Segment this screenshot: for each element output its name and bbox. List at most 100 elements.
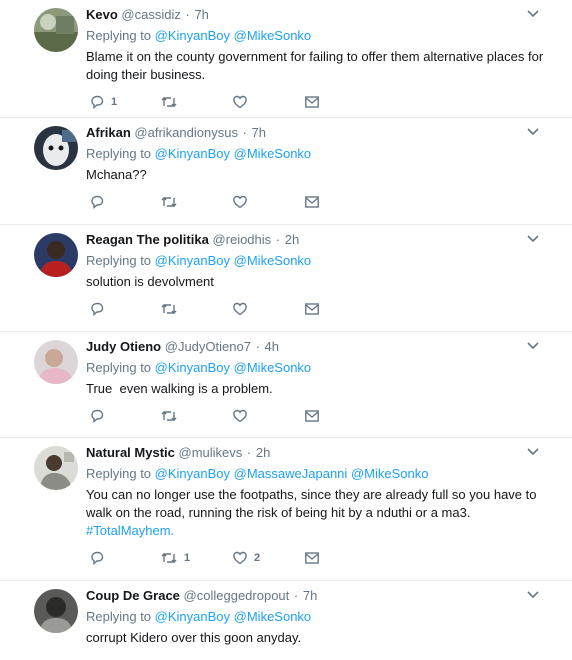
mention-link[interactable]: @KinyanBoy <box>155 253 230 268</box>
direct-message-button[interactable] <box>304 92 320 112</box>
retweet-button[interactable] <box>160 299 184 319</box>
mention-link[interactable]: @KinyanBoy <box>155 466 230 481</box>
reply-button[interactable] <box>89 548 111 568</box>
timestamp[interactable]: 4h <box>265 339 279 354</box>
tweet[interactable]: Judy Otieno @JudyOtieno7 · 4h Replying t… <box>0 332 572 438</box>
tweet-header: Coup De Grace @colleggedropout · 7h <box>86 587 558 605</box>
chevron-down-icon[interactable] <box>526 340 540 352</box>
tweet-actions <box>86 406 558 436</box>
user-name[interactable]: Kevo <box>86 7 118 22</box>
tweet[interactable]: Coup De Grace @colleggedropout · 7h Repl… <box>0 581 572 660</box>
mention-link[interactable]: @MikeSonko <box>351 466 429 481</box>
user-handle[interactable]: @colleggedropout <box>184 588 290 603</box>
mention-link[interactable]: @KinyanBoy <box>155 146 230 161</box>
user-name[interactable]: Afrikan <box>86 125 131 140</box>
separator-dot: · <box>242 125 247 140</box>
chevron-down-icon[interactable] <box>526 233 540 245</box>
retweet-icon <box>161 553 177 563</box>
user-name[interactable]: Reagan The politika <box>86 232 209 247</box>
avatar[interactable] <box>34 233 78 277</box>
separator-dot: · <box>275 232 281 247</box>
tweet-actions <box>86 299 558 329</box>
replying-prefix: Replying to <box>86 146 152 161</box>
replying-to: Replying to @KinyanBoy @MikeSonko <box>86 359 558 377</box>
mention-link[interactable]: @MikeSonko <box>234 609 312 624</box>
avatar[interactable] <box>34 126 78 170</box>
replying-prefix: Replying to <box>86 466 152 481</box>
retweet-button[interactable] <box>160 92 184 112</box>
avatar[interactable] <box>34 446 78 490</box>
avatar[interactable] <box>34 340 78 384</box>
tweet[interactable]: Reagan The politika @reiodhis · 2h Reply… <box>0 225 572 332</box>
retweet-icon <box>161 97 177 107</box>
timestamp[interactable]: 7h <box>252 125 266 140</box>
avatar[interactable] <box>34 589 78 633</box>
hashtag-link[interactable]: #TotalMayhem. <box>86 523 174 538</box>
heart-icon <box>233 195 247 209</box>
timestamp[interactable]: 2h <box>285 232 299 247</box>
like-button[interactable] <box>232 406 254 426</box>
user-name[interactable]: Judy Otieno <box>86 339 161 354</box>
separator-dot: · <box>255 339 260 354</box>
tweet-text: Blame it on the county government for fa… <box>86 49 544 82</box>
direct-message-button[interactable] <box>304 299 320 319</box>
timestamp[interactable]: 7h <box>303 588 317 603</box>
retweet-count: 1 <box>184 552 191 564</box>
reply-button[interactable]: 1 <box>89 92 117 112</box>
envelope-icon <box>305 552 319 564</box>
mention-link[interactable]: @MikeSonko <box>234 28 312 43</box>
retweet-button[interactable]: 1 <box>160 548 190 568</box>
avatar[interactable] <box>34 8 78 52</box>
heart-icon <box>233 302 247 316</box>
user-handle[interactable]: @mulikevs <box>179 445 243 460</box>
mention-link[interactable]: @KinyanBoy <box>155 28 230 43</box>
envelope-icon <box>305 410 319 422</box>
direct-message-button[interactable] <box>304 548 320 568</box>
tweet[interactable]: Natural Mystic @mulikevs · 2h Replying t… <box>0 438 572 581</box>
mention-link[interactable]: @MikeSonko <box>234 253 312 268</box>
mention-link[interactable]: @MikeSonko <box>234 146 312 161</box>
reply-icon <box>91 409 104 423</box>
tweet[interactable]: Afrikan @afrikandionysus · 7h Replying t… <box>0 118 572 225</box>
like-button[interactable]: 2 <box>232 548 260 568</box>
replying-to: Replying to @KinyanBoy @MikeSonko <box>86 252 558 270</box>
mention-link[interactable]: @KinyanBoy <box>155 609 230 624</box>
reply-icon <box>91 195 104 209</box>
chevron-down-icon[interactable] <box>526 589 540 601</box>
tweet-header: Judy Otieno @JudyOtieno7 · 4h <box>86 338 558 356</box>
reply-button[interactable] <box>89 406 111 426</box>
direct-message-button[interactable] <box>304 406 320 426</box>
user-name[interactable]: Coup De Grace <box>86 588 180 603</box>
retweet-icon <box>161 304 177 314</box>
reply-button[interactable] <box>89 192 111 212</box>
tweet-actions: 1 2 <box>86 548 558 578</box>
like-button[interactable] <box>232 192 254 212</box>
retweet-icon <box>161 411 177 421</box>
direct-message-button[interactable] <box>304 192 320 212</box>
like-button[interactable] <box>232 92 254 112</box>
mention-link[interactable]: @KinyanBoy <box>155 360 230 375</box>
separator-dot: · <box>185 7 190 22</box>
timestamp[interactable]: 2h <box>256 445 270 460</box>
mention-link[interactable]: @MassaweJapanni <box>234 466 348 481</box>
chevron-down-icon[interactable] <box>526 446 540 458</box>
reply-button[interactable] <box>89 299 111 319</box>
mention-link[interactable]: @MikeSonko <box>234 360 312 375</box>
retweet-button[interactable] <box>160 406 184 426</box>
separator-dot: · <box>293 588 299 603</box>
reply-icon <box>91 302 104 316</box>
like-button[interactable] <box>232 299 254 319</box>
user-handle[interactable]: @reiodhis <box>212 232 271 247</box>
user-handle[interactable]: @JudyOtieno7 <box>165 339 251 354</box>
tweet-actions <box>86 192 558 222</box>
tweet-header: Natural Mystic @mulikevs · 2h <box>86 444 558 462</box>
retweet-button[interactable] <box>160 192 184 212</box>
user-handle[interactable]: @afrikandionysus <box>134 125 238 140</box>
user-name[interactable]: Natural Mystic <box>86 445 175 460</box>
tweet[interactable]: Kevo @cassidiz · 7h Replying to @KinyanB… <box>0 0 572 118</box>
chevron-down-icon[interactable] <box>526 126 540 138</box>
envelope-icon <box>305 96 319 108</box>
chevron-down-icon[interactable] <box>526 8 540 20</box>
timestamp[interactable]: 7h <box>194 7 208 22</box>
user-handle[interactable]: @cassidiz <box>121 7 180 22</box>
